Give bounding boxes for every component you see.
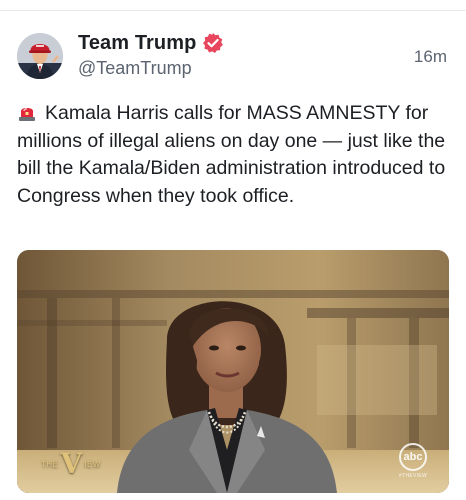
show-logo: THE V IEW: [41, 447, 101, 480]
author-name-row[interactable]: Team Trump: [78, 31, 224, 55]
network-logo: abc #THEVIEW: [399, 443, 427, 479]
post-timestamp[interactable]: 16m: [414, 47, 447, 67]
author-handle[interactable]: @TeamTrump: [78, 58, 192, 79]
show-logo-mark: V: [60, 447, 83, 480]
post-text-body: Kamala Harris calls for MASS AMNESTY for…: [17, 102, 446, 207]
verified-badge-icon: [202, 32, 224, 54]
post-text: Kamala Harris calls for MASS AMNESTY for…: [17, 100, 453, 210]
network-hashtag: #THEVIEW: [399, 473, 427, 479]
police-light-icon: [17, 102, 37, 122]
avatar[interactable]: [17, 33, 63, 79]
show-logo-left: THE: [41, 459, 59, 469]
post-media-video[interactable]: THE V IEW abc #THEVIEW: [17, 250, 449, 493]
author-display-name[interactable]: Team Trump: [78, 32, 196, 55]
top-divider: [0, 10, 466, 11]
post-view: Team Trump @TeamTrump 16m Kamala Harris …: [0, 0, 466, 500]
network-logo-circle: abc: [399, 443, 427, 471]
avatar-image: [17, 33, 63, 79]
show-logo-right: IEW: [84, 459, 101, 469]
